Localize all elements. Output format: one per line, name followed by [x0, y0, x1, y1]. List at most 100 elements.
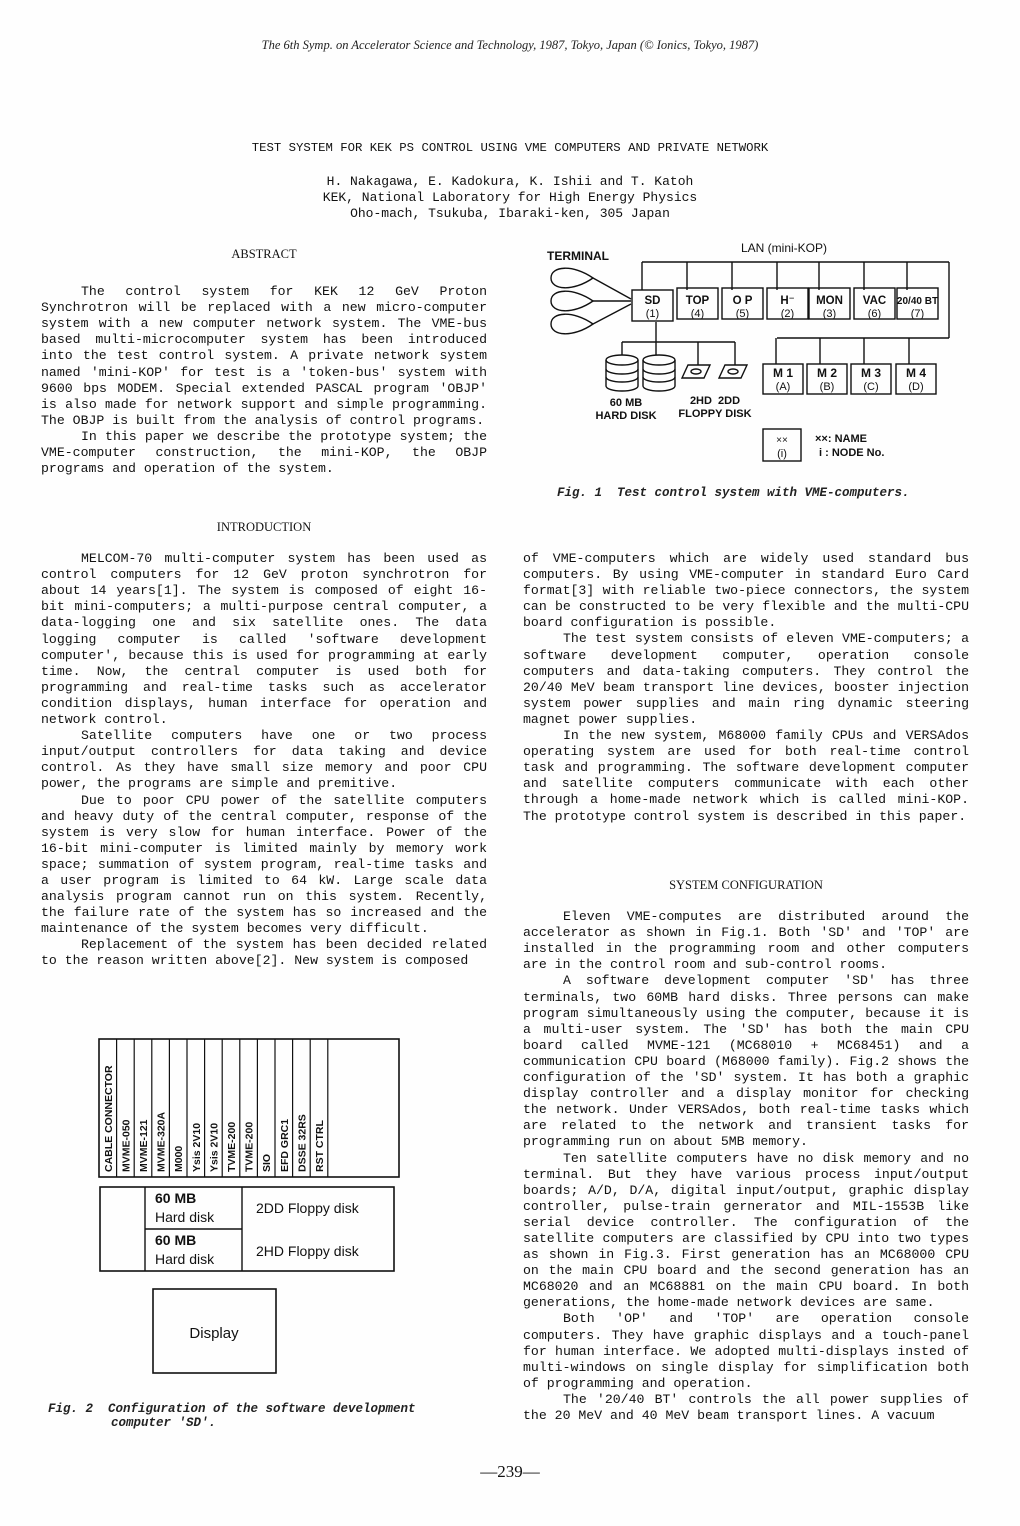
node-name: TOP	[686, 295, 710, 307]
card-slot-label: RST CTRL	[314, 1120, 326, 1172]
introduction-continued: of VME-computers which are widely used s…	[523, 551, 969, 825]
hard-disk-label: HARD DISK	[595, 410, 656, 422]
network-node-op: O P(5)	[721, 287, 764, 320]
card-slot-label: CABLE CONNECTOR	[103, 1065, 115, 1172]
network-node-m3: M 3(C)	[850, 363, 892, 395]
node-name: MON	[816, 295, 843, 307]
system-configuration-heading: SYSTEM CONFIGURATION	[669, 878, 823, 892]
network-node-top: TOP(4)	[676, 287, 719, 320]
figure-2-caption: Fig. 2 Configuration of the software dev…	[48, 1402, 416, 1430]
card-slot-label: Ysis 2V10	[208, 1123, 220, 1172]
introduction-paragraph: Due to poor CPU power of the satellite c…	[41, 792, 487, 937]
legend-box-name: ××	[776, 435, 788, 446]
abstract-paragraph: The control system for KEK 12 GeV Proton…	[41, 284, 487, 428]
node-name: M 4	[906, 366, 926, 380]
figure-2-caption-line: computer 'SD'.	[111, 1416, 217, 1430]
node-name: M 2	[817, 366, 837, 380]
floppy-type-label: 2HD 2DD	[690, 395, 740, 407]
floppy-disk-icon	[717, 364, 749, 379]
network-node-m2: M 2(B)	[806, 363, 848, 395]
config-paragraph: Ten satellite computers have no disk mem…	[523, 1150, 969, 1311]
display-label: Display	[189, 1325, 239, 1342]
card-slot-label: M000	[173, 1146, 185, 1172]
network-node-sd: SD(1)	[631, 289, 674, 322]
introduction-paragraph: Satellite computers have one or two proc…	[41, 728, 487, 792]
lan-label: LAN (mini-KOP)	[741, 242, 827, 255]
config-paragraph: Eleven VME-computes are distributed arou…	[523, 909, 969, 973]
node-number: (5)	[736, 308, 749, 320]
node-name: SD	[645, 295, 661, 307]
terminal-icon	[550, 313, 595, 335]
introduction-paragraph: In the new system, M68000 family CPUs an…	[523, 728, 969, 824]
network-node-h: H⁻(2)	[766, 287, 809, 320]
card-slot-label: TVME-200	[226, 1122, 238, 1172]
node-number: (1)	[646, 308, 659, 320]
storage-devices	[605, 322, 749, 392]
node-name: 20/40 BT	[897, 296, 938, 307]
config-paragraph: Both 'OP' and 'TOP' are operation consol…	[523, 1311, 969, 1391]
figure-1-diagram: TERMINAL LAN (mini-KOP) SD(1)TOP(4)O P(5…	[547, 242, 950, 462]
legend-box-node: (i)	[777, 448, 787, 460]
page-number: —239—	[480, 1462, 540, 1481]
node-number: (D)	[908, 381, 923, 393]
node-number: (C)	[863, 381, 878, 393]
node-number: (2)	[781, 308, 794, 320]
paper-page: The 6th Symp. on Accelerator Science and…	[0, 0, 1020, 1526]
card-slot-label: Ysis 2V10	[191, 1123, 203, 1172]
network-node-vac: VAC(6)	[853, 287, 896, 320]
terminal-icon	[550, 290, 595, 312]
card-slot-label: MVME-320A	[156, 1111, 168, 1172]
card-slot-label: MVME-050	[120, 1119, 132, 1172]
card-slot-label: TVME-200	[244, 1122, 256, 1172]
floppy-2dd-label: 2DD Floppy disk	[256, 1200, 360, 1216]
card-slot-label: MVME-121	[138, 1119, 150, 1172]
node-name: VAC	[863, 295, 886, 307]
card-slot-label: SIO	[261, 1154, 273, 1172]
introduction-paragraph: Replacement of the system has been decid…	[41, 937, 487, 969]
network-node-m4: M 4(D)	[895, 363, 937, 395]
hard-disk-2-label: Hard disk	[155, 1251, 215, 1267]
conference-header: The 6th Symp. on Accelerator Science and…	[261, 38, 759, 52]
terminal-icons	[550, 267, 632, 335]
node-number: (3)	[823, 308, 836, 320]
config-paragraph: A software development computer 'SD' has…	[523, 973, 969, 1150]
terminal-label: TERMINAL	[547, 249, 609, 263]
introduction-paragraph: The test system consists of eleven VME-c…	[523, 631, 969, 727]
figure-1-caption: Fig. 1 Test control system with VME-comp…	[557, 486, 910, 500]
author-block: H. Nakagawa, E. Kadokura, K. Ishii and T…	[0, 174, 1020, 222]
node-number: (A)	[776, 381, 791, 393]
floppy-disk-icon	[680, 364, 712, 379]
author-affiliation: KEK, National Laboratory for High Energy…	[322, 190, 698, 205]
legend-node-text: i : NODE No.	[819, 447, 884, 459]
node-name: M 3	[861, 366, 881, 380]
card-slot-label: DSSE 32RS	[296, 1114, 308, 1172]
terminal-icon	[550, 267, 595, 289]
figure-2-diagram: CABLE CONNECTOR MVME-050 MVME-121 MVME-320A…	[98, 1038, 400, 1374]
network-node-mon: MON(3)	[808, 287, 851, 320]
introduction-paragraph: MELCOM-70 multi-computer system has been…	[41, 551, 487, 728]
introduction-paragraph: of VME-computers which are widely used s…	[523, 551, 969, 631]
hard-disk-1-size: 60 MB	[155, 1190, 196, 1206]
author-names: H. Nakagawa, E. Kadokura, K. Ishii and T…	[326, 174, 694, 189]
introduction-section: INTRODUCTION MELCOM-70 multi-computer sy…	[41, 519, 487, 970]
node-name: H⁻	[780, 295, 794, 307]
card-slot-label: EFD GRC1	[279, 1119, 291, 1172]
floppy-2hd-label: 2HD Floppy disk	[256, 1243, 360, 1259]
legend-name-text: ××: NAME	[815, 433, 867, 445]
hard-disk-size-label: 60 MB	[610, 397, 642, 409]
hard-disk-1-label: Hard disk	[155, 1209, 215, 1225]
abstract-section: ABSTRACT The control system for KEK 12 G…	[41, 246, 487, 477]
abstract-paragraph: In this paper we describe the prototype …	[41, 428, 487, 477]
figure-2-caption-line: Fig. 2 Configuration of the software dev…	[48, 1402, 416, 1416]
abstract-heading: ABSTRACT	[231, 247, 297, 261]
system-configuration-section: SYSTEM CONFIGURATION Eleven VME-computes…	[523, 877, 969, 1424]
network-node-2040bt: 20/40 BT(7)	[896, 287, 939, 320]
node-number: (6)	[868, 308, 881, 320]
network-node-m1: M 1(A)	[762, 363, 804, 395]
config-paragraph: The '20/40 BT' controls the all power su…	[523, 1391, 969, 1423]
node-name: O P	[733, 295, 753, 307]
hard-disk-icon	[642, 354, 676, 392]
node-number: (4)	[691, 308, 704, 320]
introduction-heading: INTRODUCTION	[216, 520, 312, 534]
node-number: (B)	[820, 381, 835, 393]
